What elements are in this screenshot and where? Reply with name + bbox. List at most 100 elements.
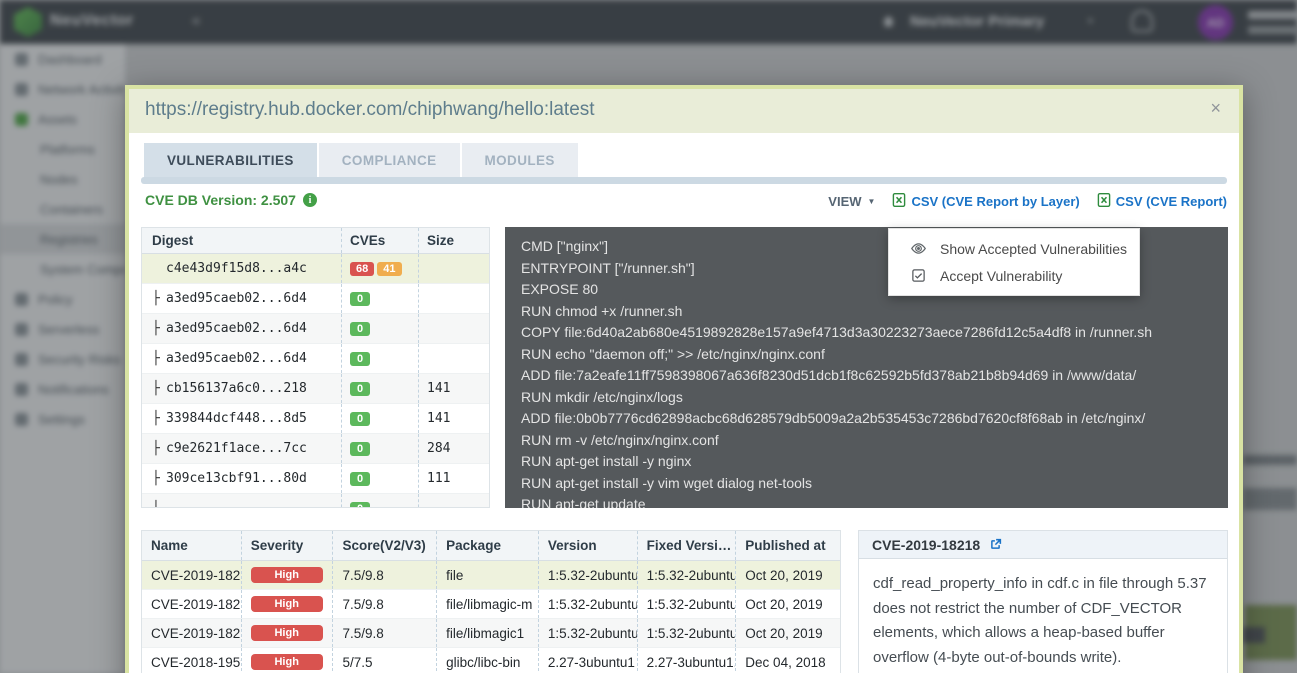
cve-count-badge-none: 0 bbox=[350, 472, 370, 486]
cve-count-badge-none: 0 bbox=[350, 382, 370, 396]
cve-description: cdf_read_property_info in cdf.c in file … bbox=[859, 559, 1227, 673]
tree-branch-icon: ├ bbox=[152, 411, 166, 426]
csv-report-by-layer-label: CSV (CVE Report by Layer) bbox=[911, 194, 1079, 209]
col-version: Version bbox=[539, 531, 638, 560]
view-dropdown-menu: Show Accepted Vulnerabilities Accept Vul… bbox=[888, 228, 1140, 296]
col-size: Size bbox=[419, 228, 489, 253]
cve-score: 7.5/9.8 bbox=[333, 590, 437, 618]
tree-branch-icon: ├ bbox=[152, 501, 166, 508]
layer-row[interactable]: ├ 0 bbox=[142, 494, 489, 508]
vulnerability-row[interactable]: CVE-2018-19591 High 5/7.5 glibc/libc-bin… bbox=[142, 648, 840, 673]
layer-cve-badges: 0 bbox=[342, 314, 419, 343]
tab[interactable]: COMPLIANCE bbox=[319, 143, 460, 177]
layer-size: 141 bbox=[419, 404, 489, 433]
csv-report-link[interactable]: CSV (CVE Report) bbox=[1097, 192, 1227, 211]
col-published-at: Published at bbox=[736, 531, 840, 560]
layer-cve-badges: 0 bbox=[342, 374, 419, 403]
external-link-icon[interactable] bbox=[988, 537, 1003, 552]
cve-detail-id: CVE-2019-18218 bbox=[872, 537, 980, 553]
layer-size: 284 bbox=[419, 434, 489, 463]
excel-file-icon bbox=[892, 192, 906, 211]
severity-badge: High bbox=[251, 654, 323, 670]
chevron-down-icon: ▼ bbox=[868, 197, 876, 206]
cve-version: 1:5.32-2ubuntu bbox=[539, 590, 638, 618]
layer-row[interactable]: ├a3ed95caeb02...6d4 0 bbox=[142, 314, 489, 344]
layer-row[interactable]: ├c9e2621f1ace...7cc 0 284 bbox=[142, 434, 489, 464]
vulnerability-table: Name Severity Score(V2/V3) Package Versi… bbox=[141, 530, 841, 673]
cve-score: 5/7.5 bbox=[333, 648, 437, 673]
tree-branch-icon: ├ bbox=[152, 291, 166, 306]
dockerfile-line: RUN rm -v /etc/nginx/nginx.conf bbox=[521, 430, 1212, 452]
layer-size bbox=[419, 254, 489, 283]
layer-row[interactable]: ├a3ed95caeb02...6d4 0 bbox=[142, 344, 489, 374]
dockerfile-line: ADD file:7a2eafe11ff7598398067a636f8230d… bbox=[521, 365, 1212, 387]
col-cves: CVEs bbox=[342, 228, 419, 253]
layer-cve-badges: 0 bbox=[342, 494, 419, 508]
cve-count-badge-medium: 41 bbox=[377, 262, 401, 276]
dockerfile-line: RUN chmod +x /runner.sh bbox=[521, 301, 1212, 323]
layer-table: Digest CVEs Size c4e43d9f15d8...a4c 6841… bbox=[141, 227, 490, 508]
layer-digest: a3ed95caeb02...6d4 bbox=[166, 321, 307, 336]
layer-digest: 339844dcf448...8d5 bbox=[166, 411, 307, 426]
close-icon[interactable]: × bbox=[1210, 98, 1221, 119]
cve-count-badge-none: 0 bbox=[350, 292, 370, 306]
col-name: Name bbox=[142, 531, 242, 560]
cve-score: 7.5/9.8 bbox=[333, 561, 437, 589]
layer-row[interactable]: ├cb156137a6c0...218 0 141 bbox=[142, 374, 489, 404]
layer-digest: a3ed95caeb02...6d4 bbox=[166, 291, 307, 306]
cve-fixed-version: 2.27-3ubuntu1. bbox=[638, 648, 737, 673]
layer-row[interactable]: ├309ce13cbf91...80d 0 111 bbox=[142, 464, 489, 494]
modal-header: https://registry.hub.docker.com/chiphwan… bbox=[129, 89, 1239, 133]
layer-row[interactable]: ├a3ed95caeb02...6d4 0 bbox=[142, 284, 489, 314]
tree-branch-icon: ├ bbox=[152, 351, 166, 366]
view-menu-item[interactable]: Show Accepted Vulnerabilities bbox=[889, 235, 1139, 262]
layer-cve-badges: 0 bbox=[342, 344, 419, 373]
cve-count-badge-none: 0 bbox=[350, 442, 370, 456]
cve-package: glibc/libc-bin bbox=[437, 648, 539, 673]
tree-branch-icon: ├ bbox=[152, 441, 166, 456]
vulnerability-row[interactable]: CVE-2019-18218 High 7.5/9.8 file 1:5.32-… bbox=[142, 561, 840, 590]
vulnerability-table-header: Name Severity Score(V2/V3) Package Versi… bbox=[142, 531, 840, 561]
layer-cve-badges: 0 bbox=[342, 434, 419, 463]
tab[interactable]: MODULES bbox=[462, 143, 578, 177]
checkbox-icon bbox=[910, 268, 927, 283]
layer-size bbox=[419, 344, 489, 373]
severity-badge: High bbox=[251, 567, 323, 583]
tree-branch-icon: ├ bbox=[152, 321, 166, 336]
tab[interactable]: VULNERABILITIES bbox=[144, 143, 317, 177]
vulnerability-row[interactable]: CVE-2019-18218 High 7.5/9.8 file/libmagi… bbox=[142, 590, 840, 619]
col-digest: Digest bbox=[142, 228, 342, 253]
app-screen: NeuVector « NeuVector Primary ▼ AD Dashb… bbox=[0, 0, 1297, 673]
tab-label: MODULES bbox=[485, 153, 555, 168]
cve-fixed-version: 1:5.32-2ubuntu bbox=[638, 561, 737, 589]
modal-tabs: VULNERABILITIES COMPLIANCE MODULES bbox=[144, 143, 578, 177]
tab-label: COMPLIANCE bbox=[342, 153, 437, 168]
cve-detail-header: CVE-2019-18218 bbox=[859, 531, 1227, 559]
registry-image-modal: https://registry.hub.docker.com/chiphwan… bbox=[125, 85, 1243, 673]
modal-title: https://registry.hub.docker.com/chiphwan… bbox=[145, 99, 595, 121]
dockerfile-line: COPY file:6d40a2ab680e4519892828e157a9ef… bbox=[521, 322, 1212, 344]
cve-count-badge-none: 0 bbox=[350, 352, 370, 366]
tree-branch-icon: ├ bbox=[152, 381, 166, 396]
view-menu-item-label: Accept Vulnerability bbox=[940, 268, 1062, 284]
eye-icon bbox=[910, 240, 927, 257]
tab-underline-bar bbox=[141, 177, 1227, 184]
layer-row[interactable]: c4e43d9f15d8...a4c 6841 bbox=[142, 254, 489, 284]
csv-report-by-layer-link[interactable]: CSV (CVE Report by Layer) bbox=[892, 192, 1079, 211]
dockerfile-line: RUN mkdir /etc/nginx/logs bbox=[521, 387, 1212, 409]
info-icon[interactable]: i bbox=[303, 193, 317, 207]
layer-digest: c9e2621f1ace...7cc bbox=[166, 441, 307, 456]
view-menu-item-label: Show Accepted Vulnerabilities bbox=[940, 241, 1127, 257]
view-menu-item[interactable]: Accept Vulnerability bbox=[889, 262, 1139, 289]
col-fixed-version: Fixed Versi… bbox=[638, 531, 737, 560]
layer-cve-badges: 0 bbox=[342, 464, 419, 493]
cve-package: file/libmagic-m bbox=[437, 590, 539, 618]
layer-cve-badges: 6841 bbox=[342, 254, 419, 283]
layer-size: 141 bbox=[419, 374, 489, 403]
cve-published-at: Dec 04, 2018 bbox=[736, 648, 840, 673]
cve-detail-panel: CVE-2019-18218 cdf_read_property_info in… bbox=[858, 530, 1228, 673]
tab-label: VULNERABILITIES bbox=[167, 153, 294, 168]
layer-row[interactable]: ├339844dcf448...8d5 0 141 bbox=[142, 404, 489, 434]
vulnerability-row[interactable]: CVE-2019-18218 High 7.5/9.8 file/libmagi… bbox=[142, 619, 840, 648]
view-dropdown-button[interactable]: VIEW ▼ bbox=[828, 194, 875, 209]
